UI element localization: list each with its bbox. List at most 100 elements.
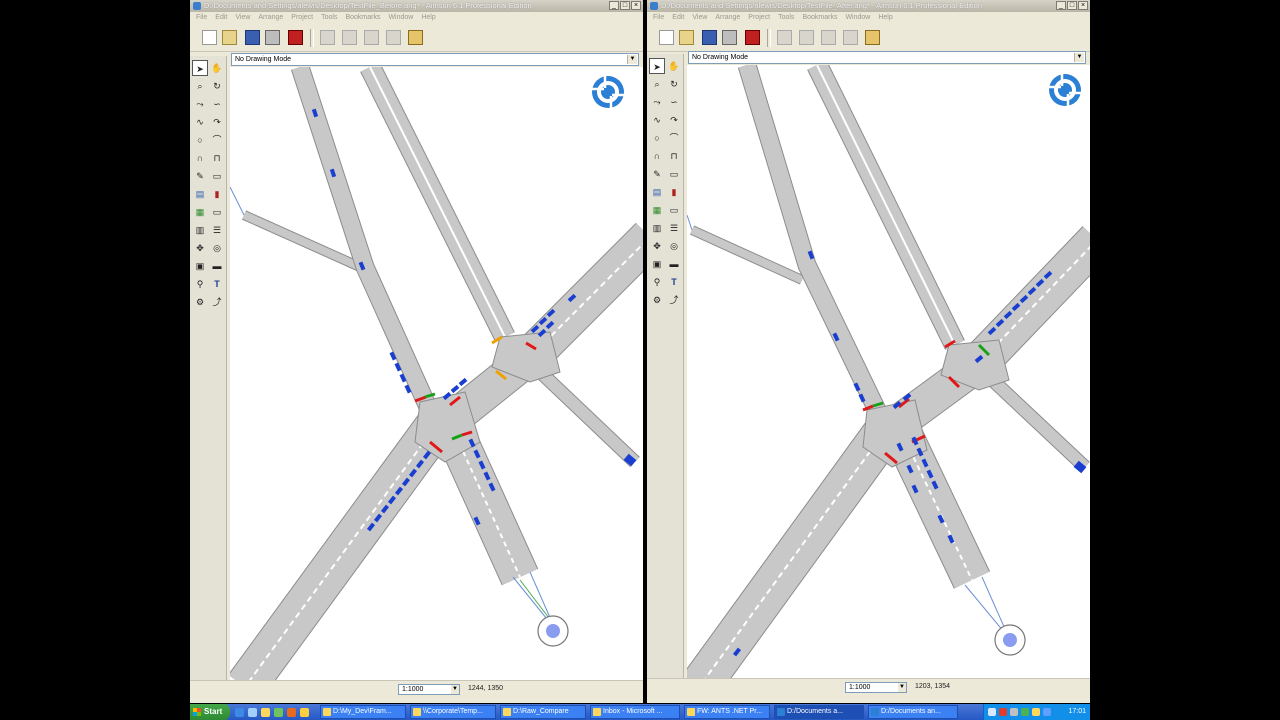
copy-icon[interactable] xyxy=(843,30,858,45)
close-button[interactable]: × xyxy=(1078,1,1088,10)
freehand-icon[interactable]: ∿ xyxy=(649,112,665,128)
print-icon[interactable] xyxy=(265,30,280,45)
menu-view[interactable]: View xyxy=(692,12,707,24)
pen-icon[interactable]: ✎ xyxy=(649,166,665,182)
meter-icon[interactable]: ▥ xyxy=(649,220,665,236)
drawing-mode-select[interactable]: No Drawing Mode ▼ xyxy=(231,53,639,66)
section-icon[interactable]: ▤ xyxy=(192,186,208,202)
rectangle-icon[interactable]: ▭ xyxy=(209,168,225,184)
menu-window[interactable]: Window xyxy=(388,12,413,24)
node-icon[interactable]: ⊓ xyxy=(666,148,682,164)
detector-icon[interactable]: ▭ xyxy=(209,204,225,220)
minimize-button[interactable]: _ xyxy=(1056,1,1066,10)
open-icon[interactable] xyxy=(222,30,237,45)
clock[interactable]: 17:01 xyxy=(1068,704,1086,720)
taskbar-item-raw-compare[interactable]: D:\Raw_Compare xyxy=(500,705,586,719)
vms-icon[interactable]: ▬ xyxy=(209,258,225,274)
maximize-button[interactable]: □ xyxy=(1067,1,1077,10)
rectangle-icon[interactable]: ▭ xyxy=(666,166,682,182)
curve-icon[interactable]: ∽ xyxy=(666,94,682,110)
chevron-down-icon[interactable]: ▼ xyxy=(898,683,906,692)
new-file-icon[interactable] xyxy=(659,30,674,45)
bezier-icon[interactable]: ↷ xyxy=(666,112,682,128)
chevron-down-icon[interactable]: ▼ xyxy=(451,685,459,694)
signal-icon[interactable]: ▮ xyxy=(209,186,225,202)
shield-icon[interactable] xyxy=(999,708,1007,716)
list-icon[interactable]: ☰ xyxy=(666,220,682,236)
redo-icon[interactable] xyxy=(799,30,814,45)
save-icon[interactable] xyxy=(702,30,717,45)
scale-select[interactable]: 1:1000 ▼ xyxy=(398,684,460,695)
polyline-icon[interactable]: ⤳ xyxy=(192,96,208,112)
menu-edit[interactable]: Edit xyxy=(215,12,227,24)
ie-icon[interactable] xyxy=(235,708,244,717)
text-icon[interactable]: T xyxy=(209,276,225,292)
camera-icon[interactable]: ▣ xyxy=(192,258,208,274)
desktop-icon[interactable] xyxy=(248,708,257,717)
list-icon[interactable]: ☰ xyxy=(209,222,225,238)
stop-icon[interactable] xyxy=(745,30,760,45)
undo-icon[interactable] xyxy=(320,30,335,45)
antivirus-icon[interactable] xyxy=(1021,708,1029,716)
taskbar-item-my-dev[interactable]: D:\My_Dev\Fram... xyxy=(320,705,406,719)
menu-file[interactable]: File xyxy=(653,12,664,24)
section-icon[interactable]: ▤ xyxy=(649,184,665,200)
menu-project[interactable]: Project xyxy=(291,12,313,24)
detector-icon[interactable]: ▭ xyxy=(666,202,682,218)
start-button[interactable]: Start xyxy=(190,704,230,720)
left-title-bar[interactable]: D:/Documents and Settings/alewis/Desktop… xyxy=(190,0,643,12)
path-icon[interactable]: ⤴ xyxy=(666,292,682,308)
undo-icon[interactable] xyxy=(777,30,792,45)
freehand-icon[interactable]: ∿ xyxy=(192,114,208,130)
vms-icon[interactable]: ▬ xyxy=(666,256,682,272)
bezier-icon[interactable]: ↷ xyxy=(209,114,225,130)
right-network-canvas[interactable] xyxy=(687,65,1090,684)
stop-icon[interactable] xyxy=(288,30,303,45)
right-title-bar[interactable]: D:/Documents and Settings/alewis/Desktop… xyxy=(647,0,1090,12)
curve-icon[interactable]: ∽ xyxy=(209,96,225,112)
folder-icon[interactable] xyxy=(261,708,270,717)
menu-file[interactable]: File xyxy=(196,12,207,24)
update-icon[interactable] xyxy=(1032,708,1040,716)
path-icon[interactable]: ⤴ xyxy=(209,294,225,310)
taskbar-item-documents[interactable]: D:/Documents an... xyxy=(868,705,958,719)
menu-bookmarks[interactable]: Bookmarks xyxy=(345,12,380,24)
camera-icon[interactable]: ▣ xyxy=(649,256,665,272)
menu-view[interactable]: View xyxy=(235,12,250,24)
messenger-icon[interactable] xyxy=(1043,708,1051,716)
taskbar-item-corporate[interactable]: \\Corporate\Temp... xyxy=(410,705,496,719)
hand-icon[interactable]: ✋ xyxy=(666,58,682,74)
menu-bookmarks[interactable]: Bookmarks xyxy=(802,12,837,24)
zoom-icon[interactable]: ⌕ xyxy=(192,78,208,94)
save-icon[interactable] xyxy=(245,30,260,45)
copy-icon[interactable] xyxy=(386,30,401,45)
gear-icon[interactable]: ⚙ xyxy=(192,294,208,310)
menu-project[interactable]: Project xyxy=(748,12,770,24)
select-arrow-icon[interactable]: ➤ xyxy=(192,60,208,76)
menu-edit[interactable]: Edit xyxy=(672,12,684,24)
taskbar-item-inbox[interactable]: Inbox - Microsoft ... xyxy=(590,705,680,719)
menu-tools[interactable]: Tools xyxy=(778,12,794,24)
turn-icon[interactable]: ∩ xyxy=(192,150,208,166)
menu-arrange[interactable]: Arrange xyxy=(258,12,283,24)
centroid-icon[interactable]: ▦ xyxy=(649,202,665,218)
paste-icon[interactable] xyxy=(865,30,880,45)
maximize-button[interactable]: □ xyxy=(620,1,630,10)
new-file-icon[interactable] xyxy=(202,30,217,45)
media-icon[interactable] xyxy=(274,708,283,717)
meter-icon[interactable]: ▥ xyxy=(192,222,208,238)
text-icon[interactable]: T xyxy=(666,274,682,290)
pen-icon[interactable]: ✎ xyxy=(192,168,208,184)
signal-icon[interactable]: ▮ xyxy=(666,184,682,200)
menu-help[interactable]: Help xyxy=(421,12,435,24)
chevron-down-icon[interactable]: ▼ xyxy=(1074,53,1084,62)
menu-arrange[interactable]: Arrange xyxy=(715,12,740,24)
arc-icon[interactable]: ⌒ xyxy=(209,132,225,148)
taskbar-item-fw-ants[interactable]: FW: ANTS .NET Pr... xyxy=(684,705,770,719)
target-icon[interactable]: ◎ xyxy=(209,240,225,256)
cut-icon[interactable] xyxy=(821,30,836,45)
chevron-down-icon[interactable]: ▼ xyxy=(627,55,637,64)
rotate-icon[interactable]: ↻ xyxy=(209,78,225,94)
menu-window[interactable]: Window xyxy=(845,12,870,24)
centroid-icon[interactable]: ▦ xyxy=(192,204,208,220)
